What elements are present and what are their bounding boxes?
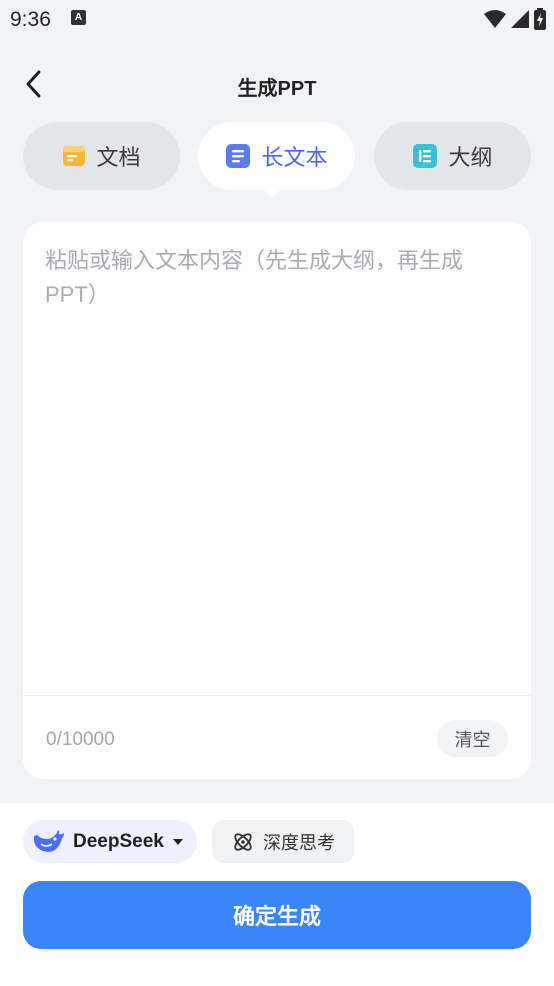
text-card: 0/10000 清空 bbox=[23, 222, 531, 779]
wifi-icon bbox=[484, 10, 506, 28]
long-text-input[interactable] bbox=[45, 244, 505, 684]
status-time: 9:36 bbox=[10, 8, 51, 31]
signal-icon bbox=[511, 10, 529, 28]
model-selector[interactable]: DeepSeek bbox=[23, 820, 197, 863]
tab-outline-label: 大纲 bbox=[448, 145, 493, 170]
header: 生成PPT bbox=[0, 56, 554, 112]
tab-long-text-label: 长文本 bbox=[261, 145, 328, 170]
long-text-icon bbox=[226, 144, 251, 168]
tab-document[interactable]: 文档 bbox=[23, 122, 180, 190]
clear-button[interactable]: 清空 bbox=[437, 720, 508, 757]
deep-think-toggle[interactable]: 深度思考 bbox=[212, 820, 354, 863]
outline-icon bbox=[413, 144, 438, 168]
deep-think-label: 深度思考 bbox=[263, 832, 335, 853]
bottom-panel: DeepSeek 深度思考 确定生成 bbox=[0, 803, 554, 986]
card-divider bbox=[23, 695, 531, 696]
confirm-generate-button[interactable]: 确定生成 bbox=[23, 881, 531, 949]
page-title: 生成PPT bbox=[237, 78, 317, 100]
atom-icon bbox=[234, 832, 252, 851]
mode-tabs: 文档 长文本 大纲 bbox=[23, 122, 531, 190]
notification-icon: A bbox=[71, 10, 86, 25]
document-icon bbox=[63, 146, 86, 166]
battery-icon bbox=[534, 8, 546, 30]
caret-down-icon bbox=[172, 838, 183, 845]
model-name: DeepSeek bbox=[73, 830, 164, 852]
char-count: 0/10000 bbox=[46, 729, 115, 750]
deepseek-whale-icon bbox=[33, 829, 64, 852]
tab-long-text[interactable]: 长文本 bbox=[198, 122, 355, 190]
status-bar: 9:36 A bbox=[0, 0, 554, 40]
tab-document-label: 文档 bbox=[96, 145, 141, 170]
tab-outline[interactable]: 大纲 bbox=[374, 122, 531, 190]
status-icons bbox=[484, 8, 546, 30]
active-tab-pointer bbox=[263, 189, 281, 198]
generate-ppt-screen: 9:36 A 生成PPT 文档 长文本 大纲 粘贴或输入文本内容（先生成大纲，再… bbox=[0, 0, 554, 986]
